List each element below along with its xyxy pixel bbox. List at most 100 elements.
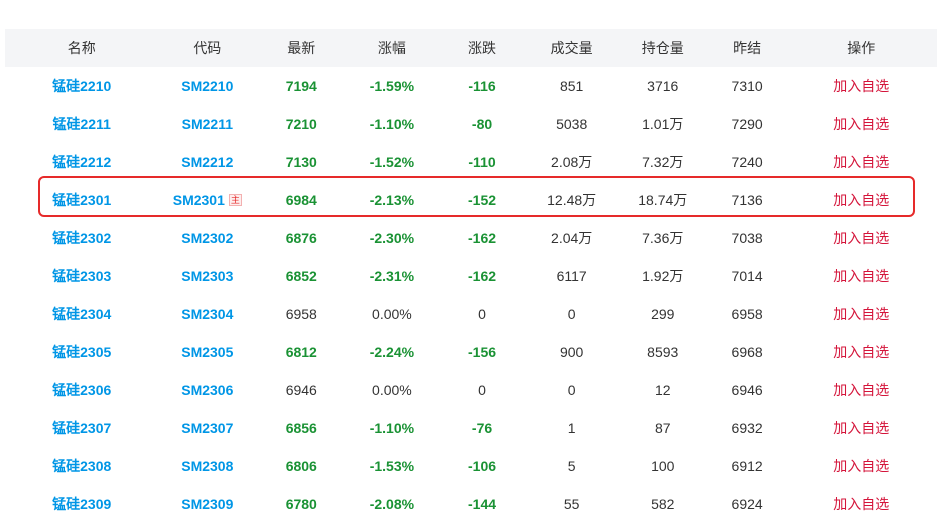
prev-settle: 6932 <box>731 420 763 436</box>
add-to-watchlist-button[interactable]: 加入自选 <box>833 344 889 360</box>
contract-name-link[interactable]: 锰硅2309 <box>52 496 111 512</box>
table-row: 锰硅2304 SM2304 6958 0.00% 0 0 299 6958 加入自选 <box>5 295 937 333</box>
change-pct: -1.59% <box>369 78 415 94</box>
last-price: 6780 <box>285 496 317 512</box>
header-prev-settle: 昨结 <box>733 40 762 56</box>
contract-name-link[interactable]: 锰硅2211 <box>53 116 111 132</box>
add-to-watchlist-button[interactable]: 加入自选 <box>833 306 889 322</box>
last-price: 6946 <box>285 382 317 398</box>
header-change: 涨跌 <box>468 40 497 56</box>
contract-name-link[interactable]: 锰硅2308 <box>52 458 111 474</box>
table-row: 锰硅2307 SM2307 6856 -1.10% -76 1 87 6932 加入自选 <box>5 409 937 447</box>
change-pct: -1.10% <box>369 116 415 132</box>
volume: 851 <box>559 78 584 94</box>
open-interest: 7.32万 <box>642 154 684 170</box>
change-pct: -1.53% <box>369 458 415 474</box>
change-pct: -2.31% <box>369 268 415 284</box>
prev-settle: 7240 <box>731 154 763 170</box>
add-to-watchlist-button[interactable]: 加入自选 <box>833 420 889 436</box>
change-pct: 0.00% <box>372 382 412 398</box>
contract-name-link[interactable]: 锰硅2212 <box>52 154 111 170</box>
contract-code-link[interactable]: SM2303 <box>181 268 233 284</box>
last-price: 6876 <box>285 230 317 246</box>
change-value: 0 <box>478 306 486 322</box>
open-interest: 87 <box>654 420 671 436</box>
contract-name-link[interactable]: 锰硅2307 <box>52 420 111 436</box>
add-to-watchlist-button[interactable]: 加入自选 <box>833 382 889 398</box>
volume: 1 <box>567 420 576 436</box>
contract-code-link[interactable]: SM2301 <box>173 192 225 208</box>
add-to-watchlist-button[interactable]: 加入自选 <box>833 154 889 170</box>
futures-quote-table: 名称 代码 最新 涨幅 涨跌 成交量 持仓量 昨结 操作 锰硅2210 SM221… <box>5 29 937 523</box>
volume: 5038 <box>556 116 588 132</box>
header-name: 名称 <box>67 40 96 56</box>
open-interest: 582 <box>651 496 675 512</box>
contract-code-link[interactable]: SM2210 <box>181 78 233 94</box>
contract-name-link[interactable]: 锰硅2306 <box>52 382 111 398</box>
add-to-watchlist-button[interactable]: 加入自选 <box>833 230 889 246</box>
change-pct: -2.24% <box>369 344 415 360</box>
open-interest: 1.92万 <box>642 268 684 284</box>
volume: 6117 <box>556 268 587 284</box>
open-interest: 100 <box>651 458 675 474</box>
change-pct: -2.13% <box>369 192 415 208</box>
last-price: 7210 <box>285 116 317 132</box>
contract-code-link[interactable]: SM2307 <box>181 420 233 436</box>
prev-settle: 7310 <box>731 78 763 94</box>
change-value: -162 <box>468 230 497 246</box>
contract-code-link[interactable]: SM2304 <box>181 306 233 322</box>
change-value: 0 <box>478 382 486 398</box>
header-volume: 成交量 <box>550 40 593 56</box>
prev-settle: 7014 <box>731 268 763 284</box>
contract-code-link[interactable]: SM2211 <box>182 116 233 132</box>
contract-code-link[interactable]: SM2308 <box>181 458 233 474</box>
open-interest: 18.74万 <box>638 192 688 208</box>
contract-code-link[interactable]: SM2309 <box>181 496 233 512</box>
open-interest: 12 <box>654 382 671 398</box>
open-interest: 7.36万 <box>642 230 684 246</box>
change-pct: -2.30% <box>369 230 415 246</box>
add-to-watchlist-button[interactable]: 加入自选 <box>833 78 889 94</box>
open-interest: 299 <box>651 306 675 322</box>
contract-name-link[interactable]: 锰硅2303 <box>52 268 111 284</box>
change-value: -116 <box>468 78 496 94</box>
table-row: 锰硅2306 SM2306 6946 0.00% 0 0 12 6946 加入自选 <box>5 371 937 409</box>
table-row: 锰硅2211 SM2211 7210 -1.10% -80 5038 1.01万 7290 加入… <box>5 105 937 143</box>
table-row: 锰硅2302 SM2302 6876 -2.30% -162 2.04万 7.36万 7038… <box>5 219 937 257</box>
contract-name-link[interactable]: 锰硅2301 <box>52 192 111 208</box>
add-to-watchlist-button[interactable]: 加入自选 <box>833 192 889 208</box>
open-interest: 8593 <box>647 344 679 360</box>
prev-settle: 7038 <box>731 230 763 246</box>
table-row: 锰硅2305 SM2305 6812 -2.24% -156 900 8593 6968 加入自… <box>5 333 937 371</box>
table-row: 锰硅2308 SM2308 6806 -1.53% -106 5 100 6912 加入自选 <box>5 447 937 485</box>
table-header: 名称 代码 最新 涨幅 涨跌 成交量 持仓量 昨结 操作 <box>5 29 937 67</box>
last-price: 6856 <box>285 420 317 436</box>
contract-code-link[interactable]: SM2302 <box>181 230 233 246</box>
change-value: -110 <box>468 154 496 170</box>
contract-code-link[interactable]: SM2212 <box>181 154 233 170</box>
add-to-watchlist-button[interactable]: 加入自选 <box>833 458 889 474</box>
contract-name-link[interactable]: 锰硅2302 <box>52 230 111 246</box>
add-to-watchlist-button[interactable]: 加入自选 <box>833 116 889 132</box>
contract-name-link[interactable]: 锰硅2210 <box>52 78 111 94</box>
table-body: 锰硅2210 SM2210 7194 -1.59% -116 851 3716 7310 加入自… <box>5 67 937 523</box>
header-open-interest: 持仓量 <box>641 40 684 56</box>
table-row: 锰硅2210 SM2210 7194 -1.59% -116 851 3716 7310 加入自… <box>5 67 937 105</box>
contract-name-link[interactable]: 锰硅2304 <box>52 306 111 322</box>
volume: 55 <box>563 496 580 512</box>
prev-settle: 6924 <box>731 496 763 512</box>
add-to-watchlist-button[interactable]: 加入自选 <box>833 268 889 284</box>
contract-code-link[interactable]: SM2306 <box>181 382 233 398</box>
table-row: 锰硅2303 SM2303 6852 -2.31% -162 6117 1.92万 7014 加… <box>5 257 937 295</box>
volume: 0 <box>567 382 576 398</box>
contract-code-link[interactable]: SM2305 <box>181 344 233 360</box>
prev-settle: 7290 <box>731 116 763 132</box>
last-price: 6812 <box>285 344 317 360</box>
change-value: -144 <box>468 496 497 512</box>
contract-name-link[interactable]: 锰硅2305 <box>52 344 111 360</box>
add-to-watchlist-button[interactable]: 加入自选 <box>833 496 889 512</box>
header-change-pct: 涨幅 <box>377 40 406 56</box>
change-value: -106 <box>468 458 497 474</box>
change-pct: -1.52% <box>369 154 415 170</box>
last-price: 7194 <box>285 78 317 94</box>
